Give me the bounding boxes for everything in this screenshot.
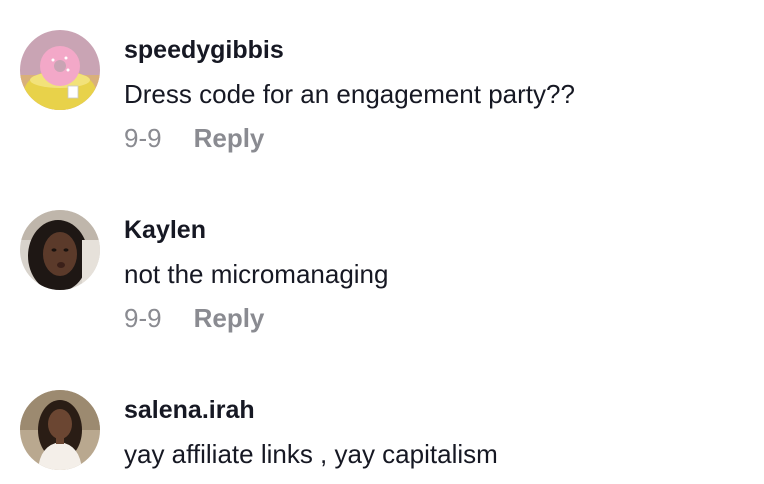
comment-username[interactable]: salena.irah [124,396,255,425]
avatar[interactable] [20,210,100,290]
donut-mug-icon [20,30,100,110]
comment-username[interactable]: speedygibbis [124,36,284,65]
reply-button[interactable]: Reply [194,303,265,333]
comment-meta: 9-9 Reply [124,303,264,334]
avatar[interactable] [20,390,100,470]
comment-username[interactable]: Kaylen [124,216,206,245]
profile-photo-icon [20,210,100,290]
profile-photo-icon [20,390,100,470]
comment-text: yay affiliate links , yay capitalism [124,439,498,469]
reply-button[interactable]: Reply [194,123,265,153]
comment-text: Dress code for an engagement party?? [124,79,575,109]
comment-text: not the micromanaging [124,259,389,289]
comment-date: 9-9 [124,123,162,153]
avatar[interactable] [20,30,100,110]
comment-date: 9-9 [124,303,162,333]
comment-meta: 9-9 Reply [124,123,264,154]
